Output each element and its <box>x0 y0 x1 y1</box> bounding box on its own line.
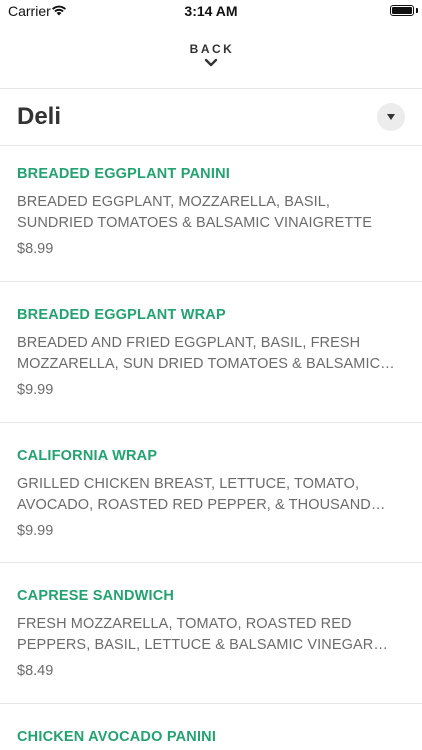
battery-icon <box>390 5 414 16</box>
menu-item[interactable]: CALIFORNIA WRAP GRILLED CHICKEN BREAST, … <box>0 428 422 568</box>
status-bar: Carrier 3:14 AM <box>0 0 422 22</box>
menu-item-description: FRESH MOZZARELLA, TOMATO, ROASTED RED PE… <box>17 616 374 653</box>
divider <box>0 281 422 282</box>
menu-item-name: CAPRESE SANDWICH <box>17 588 175 604</box>
battery-nub <box>416 8 418 13</box>
divider <box>0 703 422 704</box>
back-label: BACK <box>189 42 235 56</box>
status-time: 3:14 AM <box>184 3 238 19</box>
divider <box>0 422 422 423</box>
divider <box>0 562 422 563</box>
menu-item-price: $8.49 <box>17 663 54 679</box>
menu-item-name: BREADED EGGPLANT WRAP <box>17 307 226 323</box>
menu-item-description: BREADED EGGPLANT, MOZZARELLA, BASIL, SUN… <box>17 194 373 231</box>
menu-item[interactable]: CAPRESE SANDWICH FRESH MOZZARELLA, TOMAT… <box>0 568 422 708</box>
caret-down-icon <box>387 114 395 120</box>
back-button[interactable]: BACK <box>0 42 422 76</box>
menu-item-name: CHICKEN AVOCADO PANINI <box>17 729 217 745</box>
category-dropdown-button[interactable] <box>377 103 405 131</box>
menu-item-price: $9.99 <box>17 523 54 539</box>
menu-item[interactable]: CHICKEN AVOCADO PANINI <box>0 709 422 750</box>
menu-item-name: BREADED EGGPLANT PANINI <box>17 166 230 182</box>
menu-item-name: CALIFORNIA WRAP <box>17 448 158 464</box>
menu-item[interactable]: BREADED EGGPLANT WRAP BREADED AND FRIED … <box>0 287 422 427</box>
chevron-down-icon <box>204 58 218 67</box>
menu-item-price: $8.99 <box>17 241 54 257</box>
menu-item-price: $9.99 <box>17 382 54 398</box>
category-title: Deli <box>17 103 62 130</box>
divider <box>0 88 422 89</box>
menu-item-description: GRILLED CHICKEN BREAST, LETTUCE, TOMATO,… <box>17 476 371 513</box>
menu-item-description: BREADED AND FRIED EGGPLANT, BASIL, FRESH… <box>17 335 395 372</box>
menu-item[interactable]: BREADED EGGPLANT PANINI BREADED EGGPLANT… <box>0 146 422 286</box>
